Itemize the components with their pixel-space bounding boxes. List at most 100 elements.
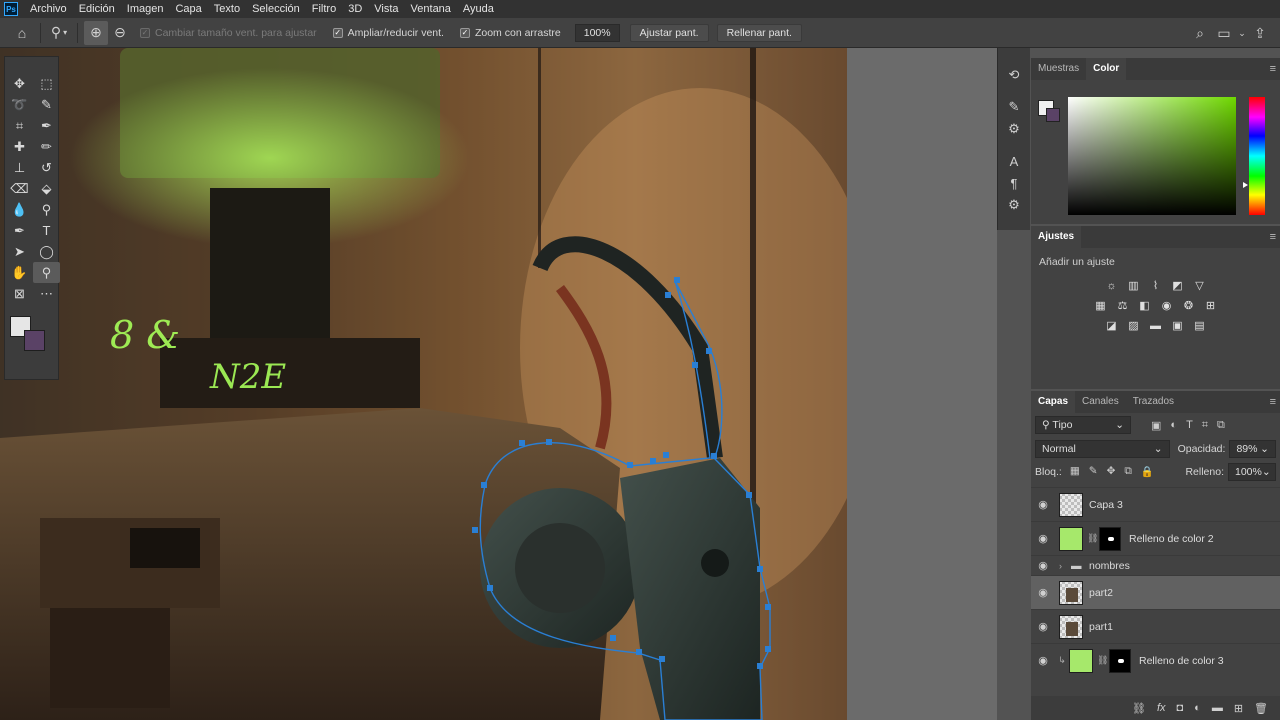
brushes-icon[interactable]: ⚙ [998, 118, 1030, 140]
new-adjustment-icon[interactable]: ◐ [1194, 702, 1201, 714]
exposure-icon[interactable]: ◩ [1170, 279, 1185, 292]
chevron-right-icon[interactable]: › [1059, 561, 1071, 571]
curves-icon[interactable]: ⌇ [1148, 279, 1163, 292]
brightness-icon[interactable]: ☼ [1104, 279, 1119, 292]
menu-capa[interactable]: Capa [169, 0, 207, 18]
lock-image-icon[interactable]: ✎ [1089, 465, 1098, 478]
menu-3d[interactable]: 3D [342, 0, 368, 18]
tab-color[interactable]: Color [1086, 58, 1127, 80]
photo-filter-icon[interactable]: ◉ [1159, 299, 1174, 312]
layer-filter-select[interactable]: ⚲ Tipo ⌄ [1035, 416, 1131, 434]
share-icon[interactable]: ⇪ [1248, 21, 1272, 45]
blur-tool-icon[interactable]: 💧 [6, 199, 33, 220]
panel-menu-icon[interactable]: ≡ [1270, 391, 1276, 413]
brush-settings-icon[interactable]: ✎ [998, 96, 1030, 118]
menu-archivo[interactable]: Archivo [24, 0, 73, 18]
marquee-tool-icon[interactable]: ⬚ [33, 73, 60, 94]
eyedropper-tool-icon[interactable]: ✒ [33, 115, 60, 136]
healing-brush-tool-icon[interactable]: ✚ [6, 136, 33, 157]
zoom-tool-icon[interactable]: ⚲ [33, 262, 60, 283]
zoom-tool-preset-icon[interactable]: ⚲ ▾ [47, 21, 71, 45]
delete-layer-icon[interactable]: 🗑 [1254, 702, 1268, 715]
tab-channels[interactable]: Canales [1075, 391, 1126, 413]
color-lookup-icon[interactable]: ⊞ [1203, 299, 1218, 312]
menu-vista[interactable]: Vista [368, 0, 404, 18]
link-icon[interactable]: ⛓ [1097, 655, 1108, 666]
zoom-percentage-field[interactable]: 100% [574, 23, 620, 42]
frame-tool-icon[interactable]: ⊠ [6, 283, 33, 304]
fit-screen-button[interactable]: Ajustar pant. [629, 23, 709, 42]
crop-tool-icon[interactable]: ⌗ [6, 115, 33, 136]
lock-transparency-icon[interactable]: ▦ [1070, 465, 1080, 478]
channel-mixer-icon[interactable]: ❂ [1181, 299, 1196, 312]
fill-screen-button[interactable]: Rellenar pant. [716, 23, 802, 42]
zoom-out-icon[interactable]: ⊖ [108, 21, 132, 45]
layer-row[interactable]: ◉ ⛓ Relleno de color 2 [1031, 521, 1280, 555]
paragraph-icon[interactable]: ¶ [998, 172, 1030, 194]
menu-texto[interactable]: Texto [208, 0, 246, 18]
opacity-field[interactable]: 89% ⌄ [1229, 439, 1276, 458]
type-filter-icon[interactable]: T [1186, 419, 1193, 432]
background-color-swatch[interactable] [24, 330, 45, 351]
document-image[interactable]: 8 & N2E [0, 48, 847, 720]
eraser-tool-icon[interactable]: ⌫ [6, 178, 33, 199]
more-tools-icon[interactable]: ⋯ [33, 283, 60, 304]
lock-all-icon[interactable]: 🔒 [1141, 465, 1154, 478]
layer-group-row[interactable]: ◉ › ▬ nombres [1031, 555, 1280, 575]
hue-slider[interactable] [1249, 97, 1265, 215]
menu-imagen[interactable]: Imagen [121, 0, 170, 18]
new-group-icon[interactable]: ▬ [1212, 702, 1223, 714]
lasso-tool-icon[interactable]: ➰ [6, 94, 33, 115]
panel-menu-icon[interactable]: ≡ [1270, 226, 1276, 248]
home-icon[interactable]: ⌂ [10, 21, 34, 45]
visibility-eye-icon[interactable]: ◉ [1031, 620, 1055, 633]
menu-ventana[interactable]: Ventana [405, 0, 457, 18]
chevron-down-icon[interactable]: ⌄ [1236, 21, 1248, 45]
menu-edicion[interactable]: Edición [73, 0, 121, 18]
history-brush-tool-icon[interactable]: ↺ [33, 157, 60, 178]
resize-windows-checkbox[interactable]: ✓ Cambiar tamaño vent. para ajustar [140, 27, 317, 39]
color-picker-field[interactable] [1068, 97, 1236, 215]
hue-marker[interactable] [1243, 182, 1248, 188]
dodge-tool-icon[interactable]: ⚲ [33, 199, 60, 220]
black-white-icon[interactable]: ◧ [1137, 299, 1152, 312]
visibility-eye-icon[interactable]: ◉ [1031, 532, 1055, 545]
lock-artboard-icon[interactable]: ⧉ [1124, 465, 1132, 478]
shape-filter-icon[interactable]: ⌗ [1202, 419, 1208, 432]
visibility-eye-icon[interactable]: ◉ [1031, 498, 1055, 511]
menu-seleccion[interactable]: Selección [246, 0, 306, 18]
blend-mode-select[interactable]: Normal ⌄ [1035, 439, 1170, 458]
fill-field[interactable]: 100% ⌄ [1228, 462, 1276, 481]
menu-ayuda[interactable]: Ayuda [457, 0, 500, 18]
search-icon[interactable]: ⌕ [1188, 21, 1212, 45]
document-canvas-area[interactable]: 8 & N2E [0, 48, 997, 720]
workspace-icon[interactable]: ▭ [1212, 21, 1236, 45]
tab-adjustments[interactable]: Ajustes [1031, 226, 1082, 248]
zoom-all-windows-checkbox[interactable]: ✓ Ampliar/reducir vent. [332, 27, 444, 39]
tab-swatches[interactable]: Muestras [1031, 58, 1086, 80]
new-layer-icon[interactable]: ⊞ [1234, 702, 1243, 715]
ellipse-tool-icon[interactable]: ◯ [33, 241, 60, 262]
history-icon[interactable]: ⟲ [998, 64, 1030, 86]
vibrance-icon[interactable]: ▽ [1192, 279, 1207, 292]
invert-icon[interactable]: ◪ [1104, 319, 1119, 332]
menu-filtro[interactable]: Filtro [306, 0, 342, 18]
add-mask-icon[interactable]: ◘ [1177, 702, 1184, 714]
levels-icon[interactable]: ▥ [1126, 279, 1141, 292]
adjustment-filter-icon[interactable]: ◐ [1170, 419, 1177, 432]
type-tool-icon[interactable]: T [33, 220, 60, 241]
zoom-in-icon[interactable]: ⊕ [84, 20, 108, 45]
brush-tool-icon[interactable]: ✏ [33, 136, 60, 157]
paint-bucket-tool-icon[interactable]: ⬙ [33, 178, 60, 199]
tab-layers[interactable]: Capas [1031, 391, 1076, 413]
path-selection-tool-icon[interactable]: ➤ [6, 241, 33, 262]
quick-selection-tool-icon[interactable]: ✎ [33, 94, 60, 115]
visibility-eye-icon[interactable]: ◉ [1031, 559, 1055, 572]
character-icon[interactable]: A [998, 150, 1030, 172]
visibility-eye-icon[interactable]: ◉ [1031, 654, 1055, 667]
properties-icon[interactable]: ⚙ [998, 194, 1030, 216]
lock-position-icon[interactable]: ✥ [1107, 465, 1116, 478]
pen-tool-icon[interactable]: ✒ [6, 220, 33, 241]
color-balance-icon[interactable]: ⚖ [1115, 299, 1130, 312]
layer-style-icon[interactable]: fx [1157, 702, 1166, 714]
